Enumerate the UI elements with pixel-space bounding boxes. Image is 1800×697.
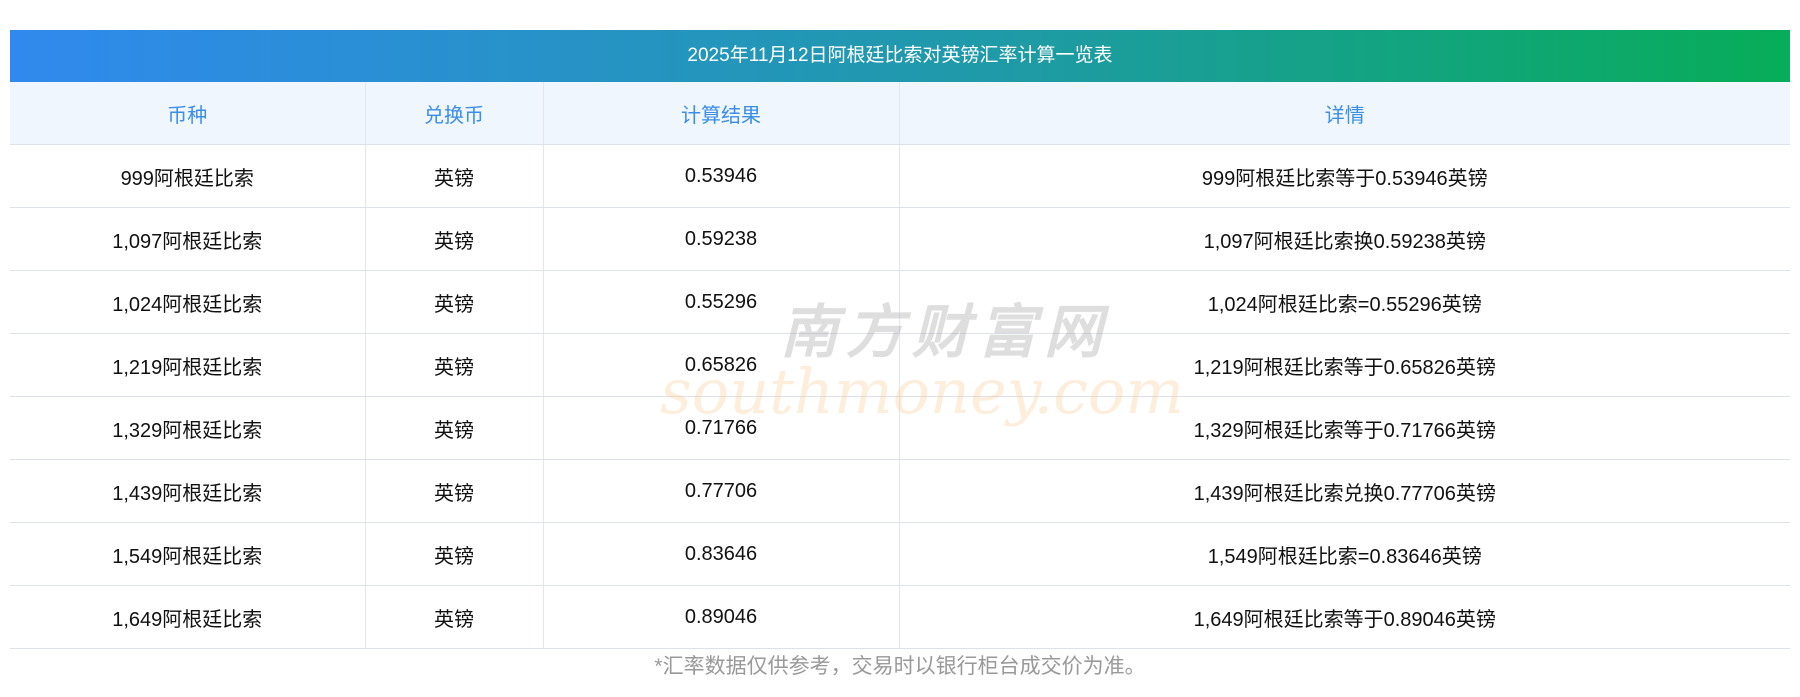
table-row: 1,439阿根廷比索 英镑 0.77706 1,439阿根廷比索兑换0.77706英镑 [10, 459, 1790, 523]
cell-amount: 1,219阿根廷比索 [10, 333, 366, 397]
cell-amount: 1,329阿根廷比索 [10, 396, 366, 460]
cell-amount: 1,024阿根廷比索 [10, 270, 366, 334]
cell-result: 0.65826 [543, 333, 900, 397]
cell-amount: 1,097阿根廷比索 [10, 207, 366, 271]
cell-target: 英镑 [365, 270, 544, 334]
table-row: 1,649阿根廷比索 英镑 0.89046 1,649阿根廷比索等于0.89046英镑 [10, 585, 1790, 649]
cell-target: 英镑 [365, 459, 544, 523]
cell-detail: 1,439阿根廷比索兑换0.77706英镑 [899, 459, 1790, 523]
column-header-target: 兑换币 [365, 82, 544, 145]
cell-result: 0.71766 [543, 396, 900, 460]
cell-detail: 1,024阿根廷比索=0.55296英镑 [899, 270, 1790, 334]
column-header-result: 计算结果 [543, 82, 900, 145]
cell-amount: 1,439阿根廷比索 [10, 459, 366, 523]
rate-table: 币种 兑换币 计算结果 详情 999阿根廷比索 英镑 0.53946 999阿根廷比索… [10, 82, 1790, 649]
cell-target: 英镑 [365, 207, 544, 271]
cell-detail: 999阿根廷比索等于0.53946英镑 [899, 144, 1790, 208]
table-row: 999阿根廷比索 英镑 0.53946 999阿根廷比索等于0.53946英镑 [10, 144, 1790, 208]
cell-detail: 1,649阿根廷比索等于0.89046英镑 [899, 585, 1790, 649]
cell-detail: 1,549阿根廷比索=0.83646英镑 [899, 522, 1790, 586]
cell-result: 0.53946 [543, 144, 900, 208]
cell-target: 英镑 [365, 333, 544, 397]
cell-detail: 1,219阿根廷比索等于0.65826英镑 [899, 333, 1790, 397]
column-header-detail: 详情 [899, 82, 1790, 145]
cell-target: 英镑 [365, 144, 544, 208]
cell-target: 英镑 [365, 522, 544, 586]
cell-result: 0.83646 [543, 522, 900, 586]
cell-result: 0.55296 [543, 270, 900, 334]
cell-result: 0.89046 [543, 585, 900, 649]
disclaimer-note: *汇率数据仅供参考，交易时以银行柜台成交价为准。 [654, 655, 1146, 678]
cell-result: 0.59238 [543, 207, 900, 271]
cell-amount: 1,549阿根廷比索 [10, 522, 366, 586]
cell-amount: 1,649阿根廷比索 [10, 585, 366, 649]
table-row: 1,024阿根廷比索 英镑 0.55296 1,024阿根廷比索=0.55296英镑 [10, 270, 1790, 334]
cell-detail: 1,097阿根廷比索换0.59238英镑 [899, 207, 1790, 271]
table-row: 1,329阿根廷比索 英镑 0.71766 1,329阿根廷比索等于0.71766英镑 [10, 396, 1790, 460]
table-row: 1,219阿根廷比索 英镑 0.65826 1,219阿根廷比索等于0.65826英镑 [10, 333, 1790, 397]
cell-target: 英镑 [365, 585, 544, 649]
cell-result: 0.77706 [543, 459, 900, 523]
cell-amount: 999阿根廷比索 [10, 144, 366, 208]
rate-table-container: 2025年11月12日阿根廷比索对英镑汇率计算一览表 币种 兑换币 计算结果 详… [10, 30, 1790, 649]
column-header-currency: 币种 [10, 82, 366, 145]
table-title: 2025年11月12日阿根廷比索对英镑汇率计算一览表 [10, 30, 1790, 82]
cell-detail: 1,329阿根廷比索等于0.71766英镑 [899, 396, 1790, 460]
cell-target: 英镑 [365, 396, 544, 460]
table-row: 1,549阿根廷比索 英镑 0.83646 1,549阿根廷比索=0.83646英镑 [10, 522, 1790, 586]
table-row: 1,097阿根廷比索 英镑 0.59238 1,097阿根廷比索换0.59238英镑 [10, 207, 1790, 271]
table-header-row: 币种 兑换币 计算结果 详情 [10, 82, 1790, 145]
